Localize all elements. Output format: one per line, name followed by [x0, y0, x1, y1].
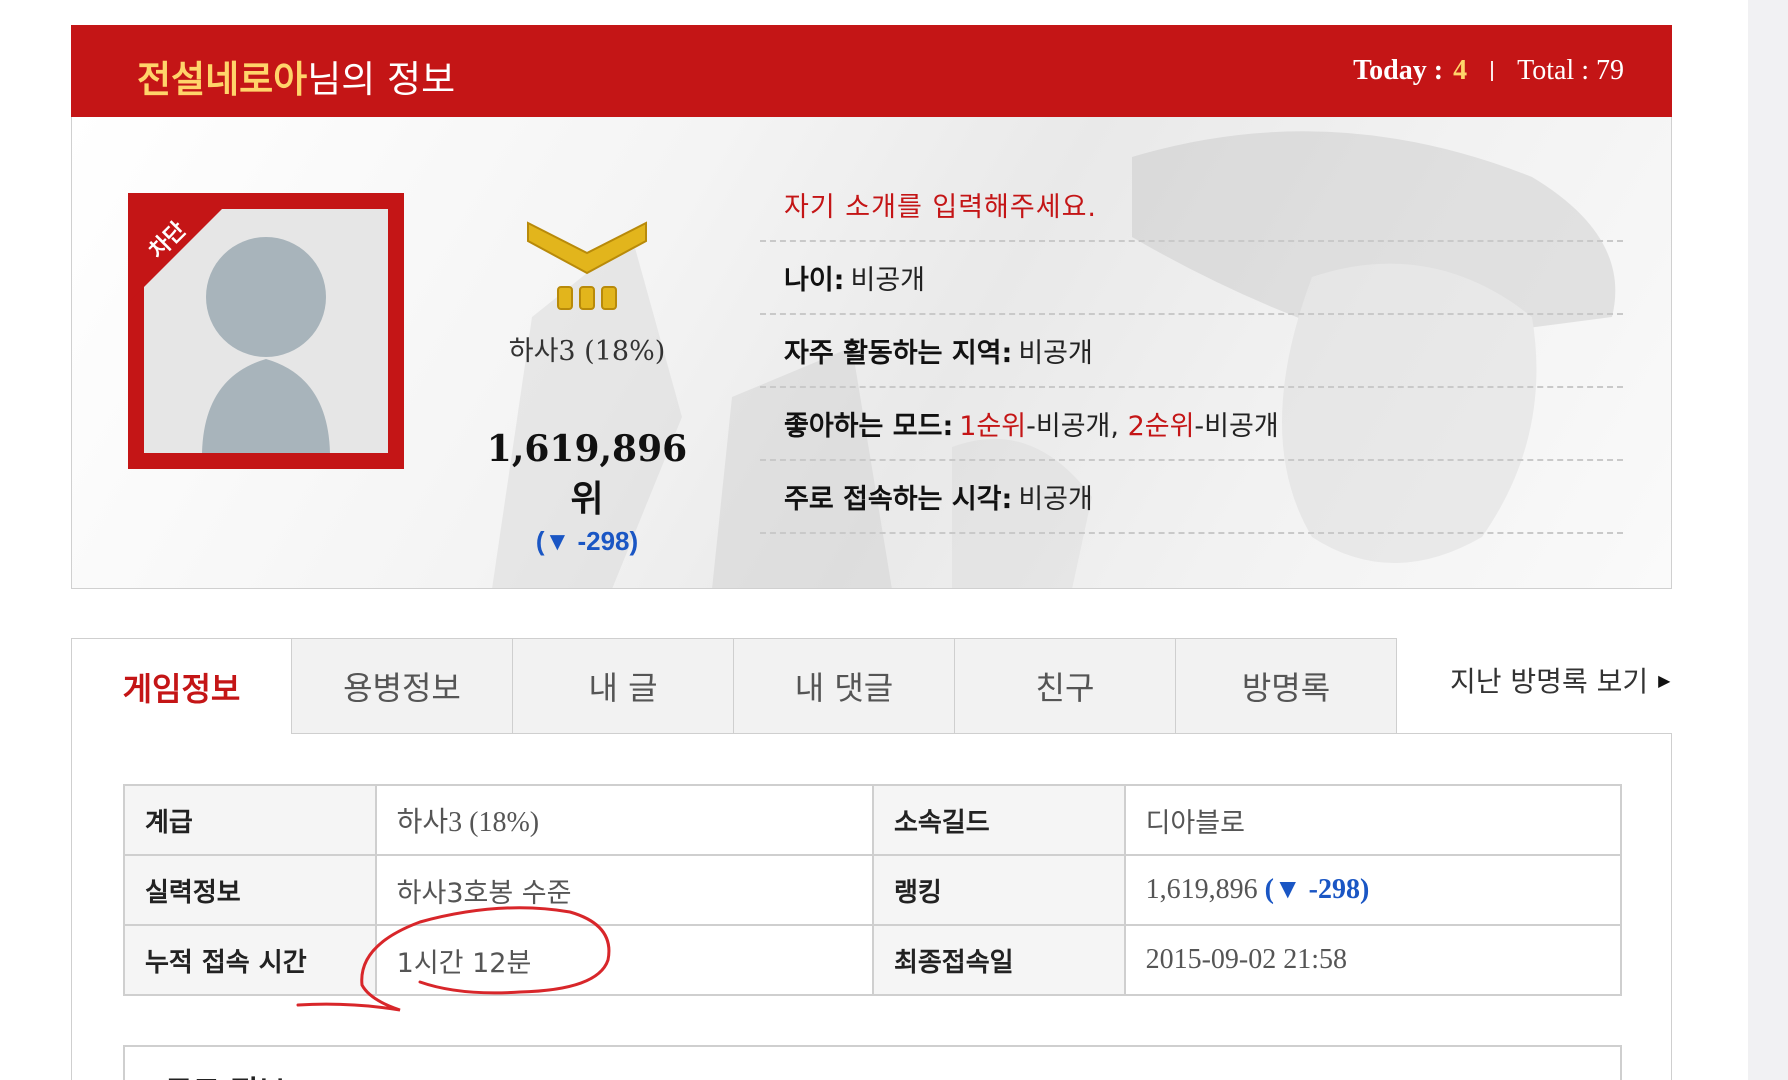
tab-guestbook[interactable]: 방명록: [1176, 638, 1397, 734]
access-time-label: 주로 접속하는 시각:: [784, 484, 1013, 515]
profile-header: 전설네로아님의 정보 Today : 4 Total : 79: [71, 25, 1672, 117]
guild-value: 디아블로: [1123, 784, 1623, 856]
rank-label: 계급: [123, 784, 377, 856]
arrow-right-icon: ▶: [1658, 670, 1671, 690]
access-time-row: 주로 접속하는 시각: 비공개: [760, 461, 1623, 534]
ranking-change-cell: (▼ -298): [1264, 874, 1370, 905]
table-row: 실력정보 하사3호봉 수준 랭킹 1,619,896 (▼ -298): [123, 854, 1623, 926]
rank-insignia-icon: [527, 221, 647, 310]
mode-value2: -비공개: [1194, 411, 1279, 442]
avatar[interactable]: 차단: [128, 193, 404, 469]
tab-my-comments[interactable]: 내 댓글: [734, 638, 955, 734]
mode-values: 1순위-비공개, 2순위-비공개: [959, 404, 1278, 443]
mode-value1: -비공개,: [1026, 411, 1119, 442]
ranking-value: 1,619,896위: [486, 428, 688, 520]
table-row: 계급 하사3 (18%) 소속길드 디아블로: [123, 784, 1623, 856]
rank-value: 하사3 (18%): [374, 784, 874, 856]
nickname: 전설네로아: [137, 58, 308, 101]
ranking-change: (▼ -298): [535, 526, 639, 556]
lastlogin-value: 2015-09-02 21:58: [1123, 924, 1623, 996]
profile-info-list: 자기 소개를 입력해주세요. 나이: 비공개 자주 활동하는 지역: 비공개 좋…: [760, 169, 1623, 534]
stats-divider: [1491, 61, 1494, 81]
mode-info-section: 모드 정보: [123, 1045, 1622, 1080]
today-label: Today :: [1353, 55, 1444, 86]
mode-row: 좋아하는 모드: 1순위-비공개, 2순위-비공개: [760, 388, 1623, 461]
guild-label: 소속길드: [871, 784, 1126, 856]
page-title: 전설네로아님의 정보: [137, 49, 455, 103]
today-count: 4: [1453, 55, 1468, 86]
intro-text: 자기 소개를 입력해주세요.: [784, 192, 1097, 223]
region-label: 자주 활동하는 지역:: [784, 338, 1013, 369]
region-row: 자주 활동하는 지역: 비공개: [760, 315, 1623, 388]
mode-label: 좋아하는 모드:: [784, 411, 954, 442]
access-time-value: 비공개: [1018, 484, 1093, 515]
ranking-label: 랭킹: [871, 854, 1126, 926]
mode-rank2: 2순위: [1127, 411, 1195, 442]
tab-content-divider: [292, 733, 1672, 734]
rank-title: 하사3 (18%): [508, 336, 666, 367]
title-suffix: 님의 정보: [307, 58, 456, 101]
rank-summary: 하사3 (18%) 1,619,896위 (▼ -298): [472, 217, 702, 557]
past-guestbook-link[interactable]: 지난 방명록 보기 ▶: [1450, 660, 1670, 700]
tab-friends[interactable]: 친구: [955, 638, 1176, 734]
tab-game-info[interactable]: 게임정보: [71, 638, 292, 734]
game-info-table: 계급 하사3 (18%) 소속길드 디아블로 실력정보 하사3호봉 수준 랭킹 …: [123, 784, 1623, 996]
playtime-label: 누적 접속 시간: [123, 924, 377, 996]
ranking-cell: 1,619,896 (▼ -298): [1123, 854, 1623, 926]
lastlogin-label: 최종접속일: [871, 924, 1126, 996]
scrollbar-track[interactable]: [1748, 0, 1788, 1080]
table-row: 누적 접속 시간 1시간 12분 최종접속일 2015-09-02 21:58: [123, 924, 1623, 996]
age-label: 나이:: [784, 265, 845, 296]
total-count: Total : 79: [1517, 55, 1624, 86]
mode-info-label: 모드 정보: [165, 1067, 286, 1080]
region-value: 비공개: [1018, 338, 1093, 369]
skill-value: 하사3호봉 수준: [374, 854, 874, 926]
visit-stats: Today : 4 Total : 79: [1353, 55, 1624, 87]
intro-row: 자기 소개를 입력해주세요.: [760, 169, 1623, 242]
age-row: 나이: 비공개: [760, 242, 1623, 315]
mode-rank1: 1순위: [959, 411, 1027, 442]
skill-label: 실력정보: [123, 854, 377, 926]
tab-mercenary-info[interactable]: 용병정보: [292, 638, 513, 734]
age-value: 비공개: [850, 265, 926, 296]
blocked-ribbon: [128, 193, 238, 303]
tab-my-posts[interactable]: 내 글: [513, 638, 734, 734]
profile-tabs: 게임정보 용병정보 내 글 내 댓글 친구 방명록: [71, 638, 1397, 734]
past-guestbook-label: 지난 방명록 보기: [1450, 665, 1649, 698]
profile-card: 차단 하사3 (18%) 1,619,896위 (▼ -298) 자기 소개를 …: [71, 117, 1672, 589]
playtime-value: 1시간 12분: [374, 924, 874, 996]
ranking-number: 1,619,896: [1145, 874, 1258, 905]
